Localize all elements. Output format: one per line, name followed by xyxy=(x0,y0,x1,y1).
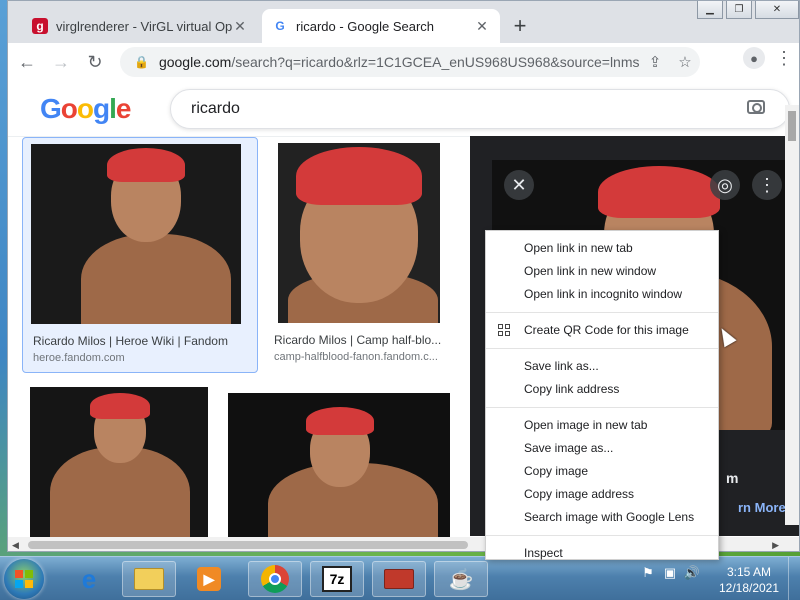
learn-more-link[interactable]: rn More xyxy=(738,500,786,515)
menu-item-open-link-new-tab[interactable]: Open link in new tab xyxy=(486,237,718,260)
search-input[interactable]: ricardo xyxy=(170,89,790,129)
close-tab-icon[interactable]: ✕ xyxy=(232,18,248,35)
menu-item-google-lens[interactable]: Search image with Google Lens xyxy=(486,506,718,529)
address-bar[interactable]: 🔒 google.com/search?q=ricardo&rlz=1C1GCE… xyxy=(120,47,700,77)
window-controls: ▁ ❐ ✕ xyxy=(697,1,799,19)
result-thumbnail[interactable] xyxy=(278,143,440,323)
tab-strip: g virglrenderer - VirGL virtual Oper ✕ G… xyxy=(8,1,799,43)
tab-virglrenderer[interactable]: g virglrenderer - VirGL virtual Oper ✕ xyxy=(22,9,258,43)
url-text[interactable]: google.com/search?q=ricardo&rlz=1C1GCEA_… xyxy=(159,54,640,70)
browser-menu-icon[interactable]: ⋮ xyxy=(775,48,793,69)
menu-item-save-link-as[interactable]: Save link as... xyxy=(486,355,718,378)
menu-item-copy-link-address[interactable]: Copy link address xyxy=(486,378,718,401)
ie-icon[interactable]: e xyxy=(62,561,116,597)
profile-avatar-icon[interactable]: ● xyxy=(743,47,765,69)
result-caption[interactable]: Ricardo Milos | Heroe Wiki | Fandom xyxy=(33,334,248,348)
virgl-logo-icon: g xyxy=(32,18,48,34)
reload-icon[interactable]: ↻ xyxy=(80,47,110,77)
tab-google-search[interactable]: G ricardo - Google Search ✕ xyxy=(262,9,500,43)
scrollbar-thumb[interactable] xyxy=(28,541,468,549)
bookmark-star-icon[interactable]: ☆ xyxy=(670,53,700,71)
minimize-icon[interactable]: ▁ xyxy=(697,1,723,19)
new-tab-button[interactable]: + xyxy=(508,13,532,39)
start-button[interactable] xyxy=(4,559,44,599)
menu-separator xyxy=(486,535,718,536)
search-query-text[interactable]: ricardo xyxy=(191,100,240,118)
context-menu: Open link in new tab Open link in new wi… xyxy=(485,230,719,560)
explorer-icon[interactable] xyxy=(122,561,176,597)
more-options-icon[interactable]: ⋮ xyxy=(752,170,782,200)
menu-item-copy-image-address[interactable]: Copy image address xyxy=(486,483,718,506)
back-arrow-icon[interactable]: ← xyxy=(12,47,42,77)
menu-item-open-image-new-tab[interactable]: Open image in new tab xyxy=(486,414,718,437)
maximize-icon[interactable]: ❐ xyxy=(726,1,752,19)
clock-time: 3:15 AM xyxy=(726,565,772,579)
windows-logo-icon xyxy=(15,570,33,588)
camera-search-icon[interactable] xyxy=(747,100,765,114)
menu-item-save-image-as[interactable]: Save image as... xyxy=(486,437,718,460)
close-window-icon[interactable]: ✕ xyxy=(755,1,799,19)
close-preview-icon[interactable]: ✕ xyxy=(504,170,534,200)
menu-item-inspect[interactable]: Inspect xyxy=(486,542,718,565)
network-icon[interactable]: ▣ xyxy=(662,565,678,581)
vertical-scrollbar[interactable] xyxy=(785,105,799,525)
system-clock[interactable]: 3:15 AM 12/18/2021 xyxy=(716,564,782,596)
scroll-right-icon[interactable]: ▶ xyxy=(772,540,779,551)
share-icon[interactable]: ⇪ xyxy=(640,53,670,71)
image-result[interactable]: Ricardo Milos | Heroe Wiki | Fandom hero… xyxy=(22,137,258,373)
result-source: heroe.fandom.com xyxy=(33,352,125,364)
7zip-icon[interactable]: 7z xyxy=(310,561,364,597)
clock-date: 12/18/2021 xyxy=(718,581,780,595)
result-source: camp-halfblood-fanon.fandom.c... xyxy=(274,351,438,363)
google-logo[interactable]: Google xyxy=(40,93,131,125)
menu-separator xyxy=(486,348,718,349)
result-thumbnail[interactable] xyxy=(31,144,241,324)
toolbox-icon[interactable] xyxy=(372,561,426,597)
tab-title: ricardo - Google Search xyxy=(296,18,435,34)
result-thumbnail[interactable] xyxy=(30,387,208,537)
menu-item-open-link-new-window[interactable]: Open link in new window xyxy=(486,260,718,283)
forward-arrow-icon[interactable]: → xyxy=(46,47,76,77)
tab-title: virglrenderer - VirGL virtual Oper xyxy=(56,18,232,34)
google-g-icon: G xyxy=(275,19,285,33)
result-caption[interactable]: Ricardo Milos | Camp half-blo... xyxy=(274,333,452,347)
browser-toolbar: ← → ↻ 🔒 google.com/search?q=ricardo&rlz=… xyxy=(8,43,799,81)
image-result[interactable] xyxy=(228,393,452,543)
menu-item-label: Create QR Code for this image xyxy=(524,323,689,337)
image-result[interactable] xyxy=(30,387,210,537)
qr-code-icon xyxy=(498,324,511,337)
system-tray: ⚑ ▣ 🔊 xyxy=(640,565,700,581)
menu-separator xyxy=(486,407,718,408)
chrome-icon[interactable] xyxy=(248,561,302,597)
close-tab-icon[interactable]: ✕ xyxy=(474,18,490,35)
action-center-flag-icon[interactable]: ⚑ xyxy=(640,565,656,581)
media-player-icon[interactable]: ▶ xyxy=(182,561,236,597)
java-icon[interactable]: ☕ xyxy=(434,561,488,597)
lock-icon[interactable]: 🔒 xyxy=(134,55,149,69)
scrollbar-thumb[interactable] xyxy=(788,111,796,141)
result-thumbnail[interactable] xyxy=(228,393,450,539)
menu-separator xyxy=(486,312,718,313)
google-header: Google ricardo xyxy=(8,81,799,137)
image-result[interactable]: Ricardo Milos | Camp half-blo... camp-ha… xyxy=(270,137,458,373)
menu-item-create-qr-code[interactable]: Create QR Code for this image xyxy=(486,319,718,342)
preview-title-fragment: m xyxy=(726,470,739,486)
volume-icon[interactable]: 🔊 xyxy=(684,565,700,581)
menu-item-open-link-incognito[interactable]: Open link in incognito window xyxy=(486,283,718,306)
scroll-left-icon[interactable]: ◀ xyxy=(12,540,19,551)
menu-item-copy-image[interactable]: Copy image xyxy=(486,460,718,483)
lens-search-icon[interactable]: ◎ xyxy=(710,170,740,200)
show-desktop-button[interactable] xyxy=(788,557,800,600)
